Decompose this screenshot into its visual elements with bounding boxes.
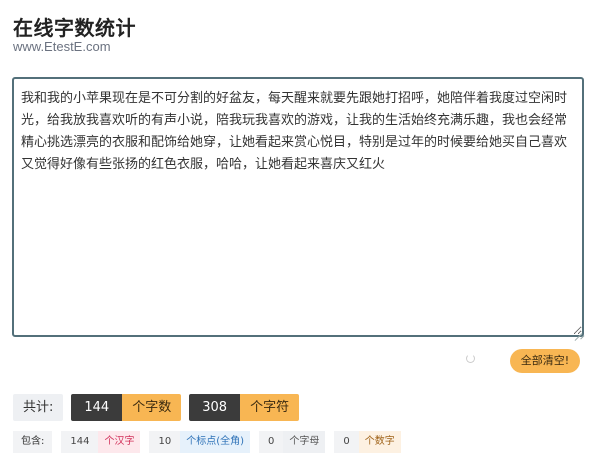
digit-count-stat: 0 个数字 xyxy=(334,431,401,453)
punctuation-count-value: 10 xyxy=(149,431,181,453)
loading-spinner-icon xyxy=(466,354,475,363)
hanzi-count-stat: 144 个汉字 xyxy=(61,431,141,453)
char-count-value: 144 xyxy=(71,394,123,421)
char-count-stat: 144 个字数 xyxy=(71,394,182,421)
symbol-count-unit: 个字符 xyxy=(240,394,300,421)
text-input-area[interactable]: 我和我的小苹果现在是不可分割的好盆友，每天醒来就要先跟她打招呼，她陪伴着我度过空… xyxy=(12,77,584,337)
details-label: 包含: xyxy=(13,431,53,453)
letter-count-unit: 个字母 xyxy=(283,431,326,453)
char-count-unit: 个字数 xyxy=(122,394,182,421)
punctuation-count-unit: 个标点(全角) xyxy=(180,431,251,453)
symbol-count-stat: 308 个字符 xyxy=(189,394,300,421)
totals-row: 共计: 144 个字数 308 个字符 xyxy=(13,394,300,421)
hanzi-count-unit: 个汉字 xyxy=(98,431,141,453)
clear-all-button[interactable]: 全部清空! xyxy=(510,349,580,373)
digit-count-value: 0 xyxy=(334,431,359,453)
hanzi-count-value: 144 xyxy=(61,431,99,453)
page-title: 在线字数统计 xyxy=(13,16,136,40)
site-url: www.EtestE.com xyxy=(13,39,111,54)
digit-count-unit: 个数字 xyxy=(358,431,401,453)
punctuation-count-stat: 10 个标点(全角) xyxy=(149,431,251,453)
symbol-count-value: 308 xyxy=(189,394,241,421)
letter-count-value: 0 xyxy=(259,431,284,453)
details-row: 包含: 144 个汉字 10 个标点(全角) 0 个字母 0 个数字 xyxy=(13,431,401,453)
letter-count-stat: 0 个字母 xyxy=(259,431,326,453)
totals-label: 共计: xyxy=(13,394,64,421)
